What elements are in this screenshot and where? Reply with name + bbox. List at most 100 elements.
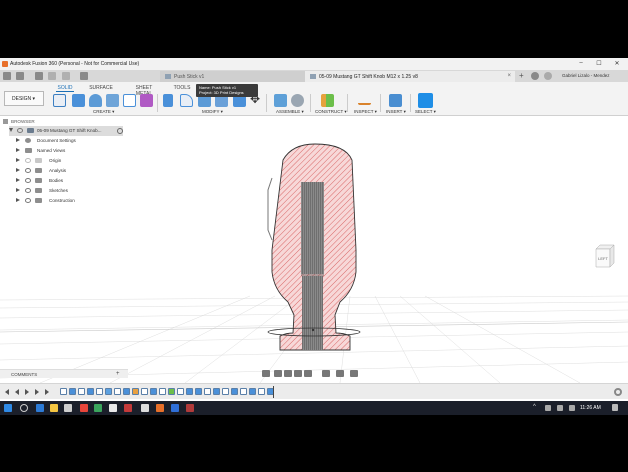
activate-component-icon[interactable] (117, 128, 123, 134)
tab-shift-knob[interactable]: 05-09 Mustang GT Shift Knob M12 x 1.25 v… (305, 71, 515, 82)
timeline-feature[interactable] (87, 388, 94, 395)
extensions-icon[interactable] (531, 72, 539, 80)
redo-icon[interactable] (62, 72, 70, 80)
edge-icon[interactable] (36, 404, 44, 412)
insert-menu[interactable]: INSERT ▾ (386, 109, 406, 115)
insert-mesh-icon[interactable] (140, 94, 153, 107)
add-comment-button[interactable]: + (116, 371, 120, 377)
timeline-feature[interactable] (105, 388, 112, 395)
network-icon[interactable] (545, 405, 551, 411)
notifications-icon[interactable] (612, 404, 618, 411)
step-back-icon[interactable] (15, 389, 19, 395)
timeline-feature[interactable] (222, 388, 229, 395)
construct-menu[interactable]: CONSTRUCT ▾ (315, 109, 347, 115)
sweep-icon[interactable] (106, 94, 119, 107)
timeline-feature[interactable] (240, 388, 247, 395)
play-icon[interactable] (25, 389, 29, 395)
pattern-icon[interactable] (123, 94, 136, 107)
tab-surface[interactable]: SURFACE (88, 83, 114, 92)
timeline-feature[interactable] (195, 388, 202, 395)
tab-sheet-metal[interactable]: SHEET METAL (128, 83, 160, 97)
browser-header[interactable]: BROWSER (3, 119, 123, 126)
timeline-feature[interactable] (204, 388, 211, 395)
store-icon[interactable] (64, 404, 72, 412)
visibility-icon[interactable] (25, 168, 31, 173)
timeline-feature[interactable] (96, 388, 103, 395)
start-icon[interactable] (4, 404, 12, 412)
user-name[interactable]: Gabriel Lizalo - Mendez (562, 73, 610, 78)
clock[interactable]: 11:26 AM (580, 405, 601, 411)
chrome-icon[interactable] (94, 404, 102, 412)
file-menu-icon[interactable] (16, 72, 24, 80)
browser-item-named-views[interactable]: Named Views (16, 146, 123, 156)
measure-icon[interactable] (358, 97, 371, 105)
go-to-start-icon[interactable] (5, 389, 9, 395)
workspace-switcher[interactable]: DESIGN ▾ (4, 91, 44, 106)
timeline-feature[interactable] (141, 388, 148, 395)
viewports-icon[interactable] (350, 370, 358, 377)
timeline-settings-icon[interactable] (614, 388, 622, 396)
browser-item-origin[interactable]: Origin (16, 156, 123, 166)
expand-icon[interactable] (16, 178, 20, 182)
undo-icon[interactable] (48, 72, 56, 80)
maximize-button[interactable]: ☐ (594, 60, 604, 68)
visibility-icon[interactable] (25, 158, 31, 163)
grid-settings-icon[interactable] (336, 370, 344, 377)
pan-icon[interactable] (284, 370, 292, 377)
visibility-icon[interactable] (25, 188, 31, 193)
timeline-feature[interactable] (249, 388, 256, 395)
expand-icon[interactable] (16, 158, 20, 162)
app-icon[interactable] (186, 404, 194, 412)
insert-image-icon[interactable] (389, 94, 402, 107)
expand-icon[interactable] (16, 188, 20, 192)
timeline-feature[interactable] (177, 388, 184, 395)
comments-panel[interactable]: COMMENTS + (0, 369, 128, 378)
volume-icon[interactable] (557, 405, 563, 411)
search-icon[interactable] (20, 404, 28, 412)
orbit-icon[interactable] (262, 370, 270, 377)
app-icon[interactable] (124, 404, 132, 412)
visibility-icon[interactable] (17, 128, 23, 133)
expand-icon[interactable] (16, 148, 20, 152)
close-tab-icon[interactable]: × (507, 73, 511, 79)
file-explorer-icon[interactable] (50, 404, 58, 412)
offset-plane-icon[interactable] (321, 94, 334, 107)
timeline-feature[interactable] (213, 388, 220, 395)
close-window-button[interactable]: ✕ (612, 60, 622, 68)
look-at-icon[interactable] (274, 370, 282, 377)
tray-chevron-icon[interactable]: ^ (533, 404, 536, 410)
create-sketch-icon[interactable] (53, 94, 66, 107)
press-pull-icon[interactable] (163, 94, 173, 107)
tab-tools[interactable]: TOOLS (172, 83, 192, 92)
expand-icon[interactable] (16, 138, 20, 142)
assemble-menu[interactable]: ASSEMBLE ▾ (276, 109, 304, 115)
expand-icon[interactable] (16, 198, 20, 202)
timeline-marker[interactable] (273, 386, 274, 398)
timeline-feature[interactable] (123, 388, 130, 395)
view-cube[interactable]: LEFT (592, 243, 616, 269)
browser-item-document-settings[interactable]: Document Settings (16, 136, 123, 146)
timeline-feature[interactable] (69, 388, 76, 395)
save-icon[interactable] (35, 72, 43, 80)
tab-push-stick[interactable]: Push Stick v1 (160, 71, 305, 82)
browser-item-analysis[interactable]: Analysis (16, 166, 123, 176)
view-cube-face[interactable]: LEFT (598, 256, 608, 261)
timeline-feature[interactable] (60, 388, 67, 395)
app-icon[interactable] (109, 404, 117, 412)
timeline-feature[interactable] (150, 388, 157, 395)
fusion-taskbar-icon[interactable] (156, 404, 164, 412)
timeline-feature[interactable] (258, 388, 265, 395)
expand-icon[interactable] (16, 168, 20, 172)
browser-item-construction[interactable]: Construction (16, 196, 123, 206)
timeline-feature[interactable] (186, 388, 193, 395)
visibility-icon[interactable] (25, 178, 31, 183)
new-component-icon[interactable] (274, 94, 287, 107)
timeline-feature[interactable] (114, 388, 121, 395)
mail-icon[interactable] (80, 404, 88, 412)
inspect-menu[interactable]: INSPECT ▾ (354, 109, 377, 115)
zoom-icon[interactable] (294, 370, 302, 377)
expand-icon[interactable] (9, 128, 13, 132)
browser-item-bodies[interactable]: Bodies (16, 176, 123, 186)
new-tab-button[interactable]: + (519, 71, 524, 80)
timeline-feature[interactable] (168, 388, 175, 395)
